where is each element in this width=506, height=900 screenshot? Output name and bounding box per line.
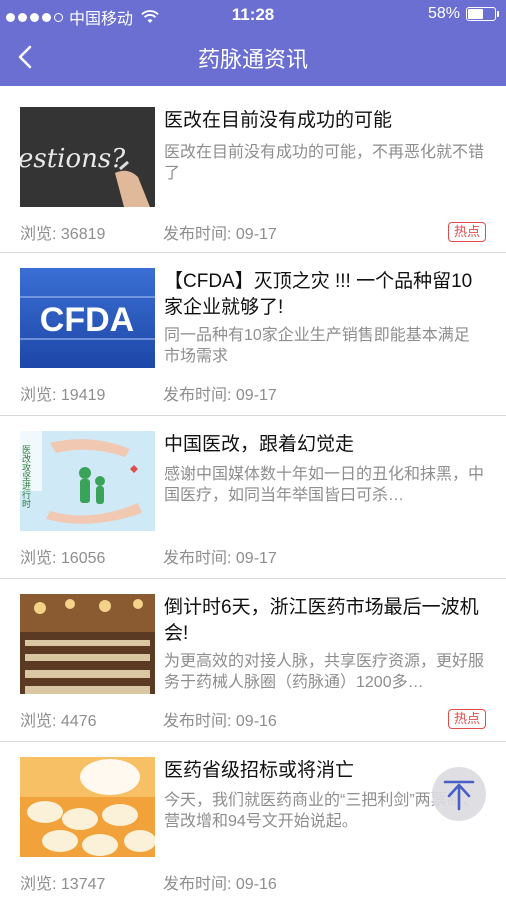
article-thumbnail: 医改攻坚进行时	[20, 431, 155, 531]
app-header: 中国移动 11:28 58% 药脉通资讯	[0, 0, 506, 86]
hot-badge: 热点	[447, 222, 486, 242]
battery-icon	[466, 7, 499, 21]
article-thumbnail	[20, 757, 155, 857]
article-thumbnail: CFDA	[20, 268, 155, 368]
article-summary: 为更高效的对接人脉，共享医疗资源，更好服务于药械人脉圈（药脉通）1200多…	[164, 653, 485, 691]
battery-percent: 58%	[427, 5, 460, 22]
article-item[interactable]: estions? 医改在目前没有成功的可能 医改在目前没有成功的可能，不再恶化就…	[0, 92, 506, 253]
view-count: 浏览: 19419	[20, 387, 106, 404]
article-item[interactable]: 倒计时6天，浙江医药市场最后一波机会! 为更高效的对接人脉，共享医疗资源，更好服…	[0, 579, 506, 742]
article-item[interactable]: CFDA 【CFDA】灭顶之灾 !!! 一个品种留10家企业就够了! 同一品种有…	[0, 253, 506, 416]
article-thumbnail: estions?	[20, 107, 155, 207]
article-item[interactable]: 医药省级招标或将消亡 今天，我们就医药商业的“三把利剑”两票制、营改增和94号文…	[0, 742, 506, 900]
svg-text:estions?: estions?	[20, 144, 126, 174]
back-to-top-icon	[443, 780, 475, 811]
status-bar: 中国移动 11:28 58%	[0, 0, 506, 30]
view-count: 浏览: 16056	[20, 550, 106, 567]
article-list: estions? 医改在目前没有成功的可能 医改在目前没有成功的可能，不再恶化就…	[0, 86, 506, 900]
article-thumbnail	[20, 594, 155, 694]
article-summary: 感谢中国媒体数十年如一日的丑化和抹黑，中国医疗，如同当年举国皆曰可杀…	[164, 466, 485, 504]
article-summary: 医改在目前没有成功的可能，不再恶化就不错了	[164, 144, 485, 182]
hot-badge: 热点	[447, 709, 486, 729]
status-right: 58%	[427, 5, 499, 23]
article-title: 【CFDA】灭顶之灾 !!! 一个品种留10家企业就够了!	[164, 271, 473, 318]
article-summary: 同一品种有10家企业生产销售即能基本满足市场需求	[164, 327, 470, 365]
publish-date: 发布时间: 09-17	[163, 387, 277, 404]
page-title: 药脉通资讯	[197, 47, 308, 72]
article-title: 倒计时6天，浙江医药市场最后一波机会!	[164, 597, 479, 644]
view-count: 浏览: 4476	[20, 713, 97, 730]
svg-text:CFDA: CFDA	[40, 301, 134, 339]
navigation-bar: 药脉通资讯	[0, 30, 506, 86]
publish-date: 发布时间: 09-17	[163, 226, 277, 243]
article-title: 中国医改，跟着幻觉走	[164, 434, 355, 455]
back-to-top-button[interactable]	[432, 767, 486, 821]
article-title: 医改在目前没有成功的可能	[164, 110, 393, 131]
article-item[interactable]: 医改攻坚进行时 中国医改，跟着幻觉走 感谢中国媒体数十年如一日的丑化和抹黑，中国…	[0, 416, 506, 579]
view-count: 浏览: 13747	[20, 876, 106, 893]
view-count: 浏览: 36819	[20, 226, 106, 243]
publish-date: 发布时间: 09-16	[163, 713, 277, 730]
publish-date: 发布时间: 09-17	[163, 550, 277, 567]
publish-date: 发布时间: 09-16	[163, 876, 277, 893]
svg-text:医改攻坚进行时: 医改攻坚进行时	[20, 445, 31, 508]
